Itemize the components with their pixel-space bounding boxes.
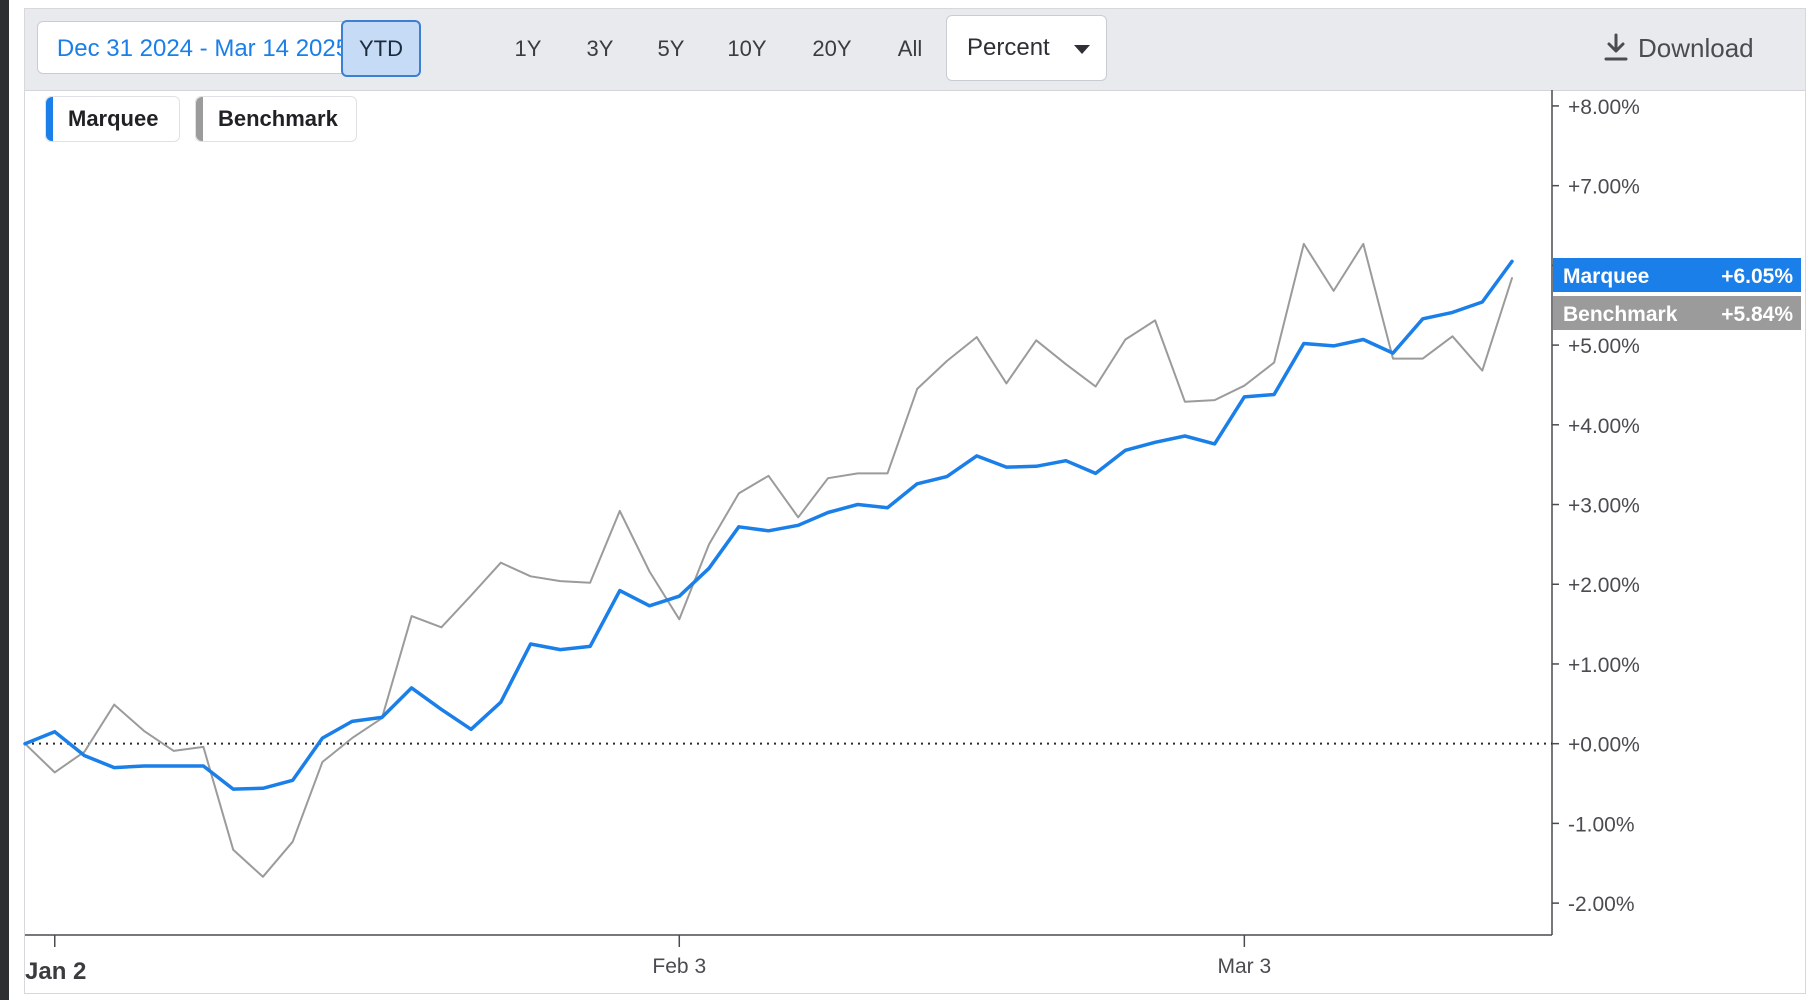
line-chart: -2.00% -1.00% +0.00% +1.00% +2.00% +3.00% +4.0… [23,90,1801,985]
y-tick-label: +1.00% [1568,654,1640,677]
series-line-benchmark [24,242,1513,878]
last-value-tag-marquee: Marquee +6.05% [1553,258,1801,292]
y-tick-label: +0.00% [1568,734,1640,757]
y-tick-label: +2.00% [1568,574,1640,597]
last-value-tag-value: +6.05% [1721,265,1793,288]
y-tick-label: +7.00% [1568,176,1640,199]
y-tick-label: -2.00% [1568,893,1635,916]
x-tick-label: Jan 2 [25,958,86,985]
x-tick-label: Feb 3 [652,955,706,978]
last-value-tag-benchmark: Benchmark +5.84% [1553,296,1801,330]
last-value-tag-name: Benchmark [1563,303,1678,326]
y-tick-label: +5.00% [1568,335,1640,358]
y-tick-label: +8.00% [1568,96,1640,119]
y-tick-label: +4.00% [1568,415,1640,438]
series-line-marquee [23,259,1514,791]
y-tick-label: +3.00% [1568,495,1640,518]
x-tick-label: Mar 3 [1217,955,1271,978]
last-value-tag-value: +5.84% [1721,303,1793,326]
y-tick-label: -1.00% [1568,813,1635,836]
last-value-tag-name: Marquee [1563,265,1649,288]
